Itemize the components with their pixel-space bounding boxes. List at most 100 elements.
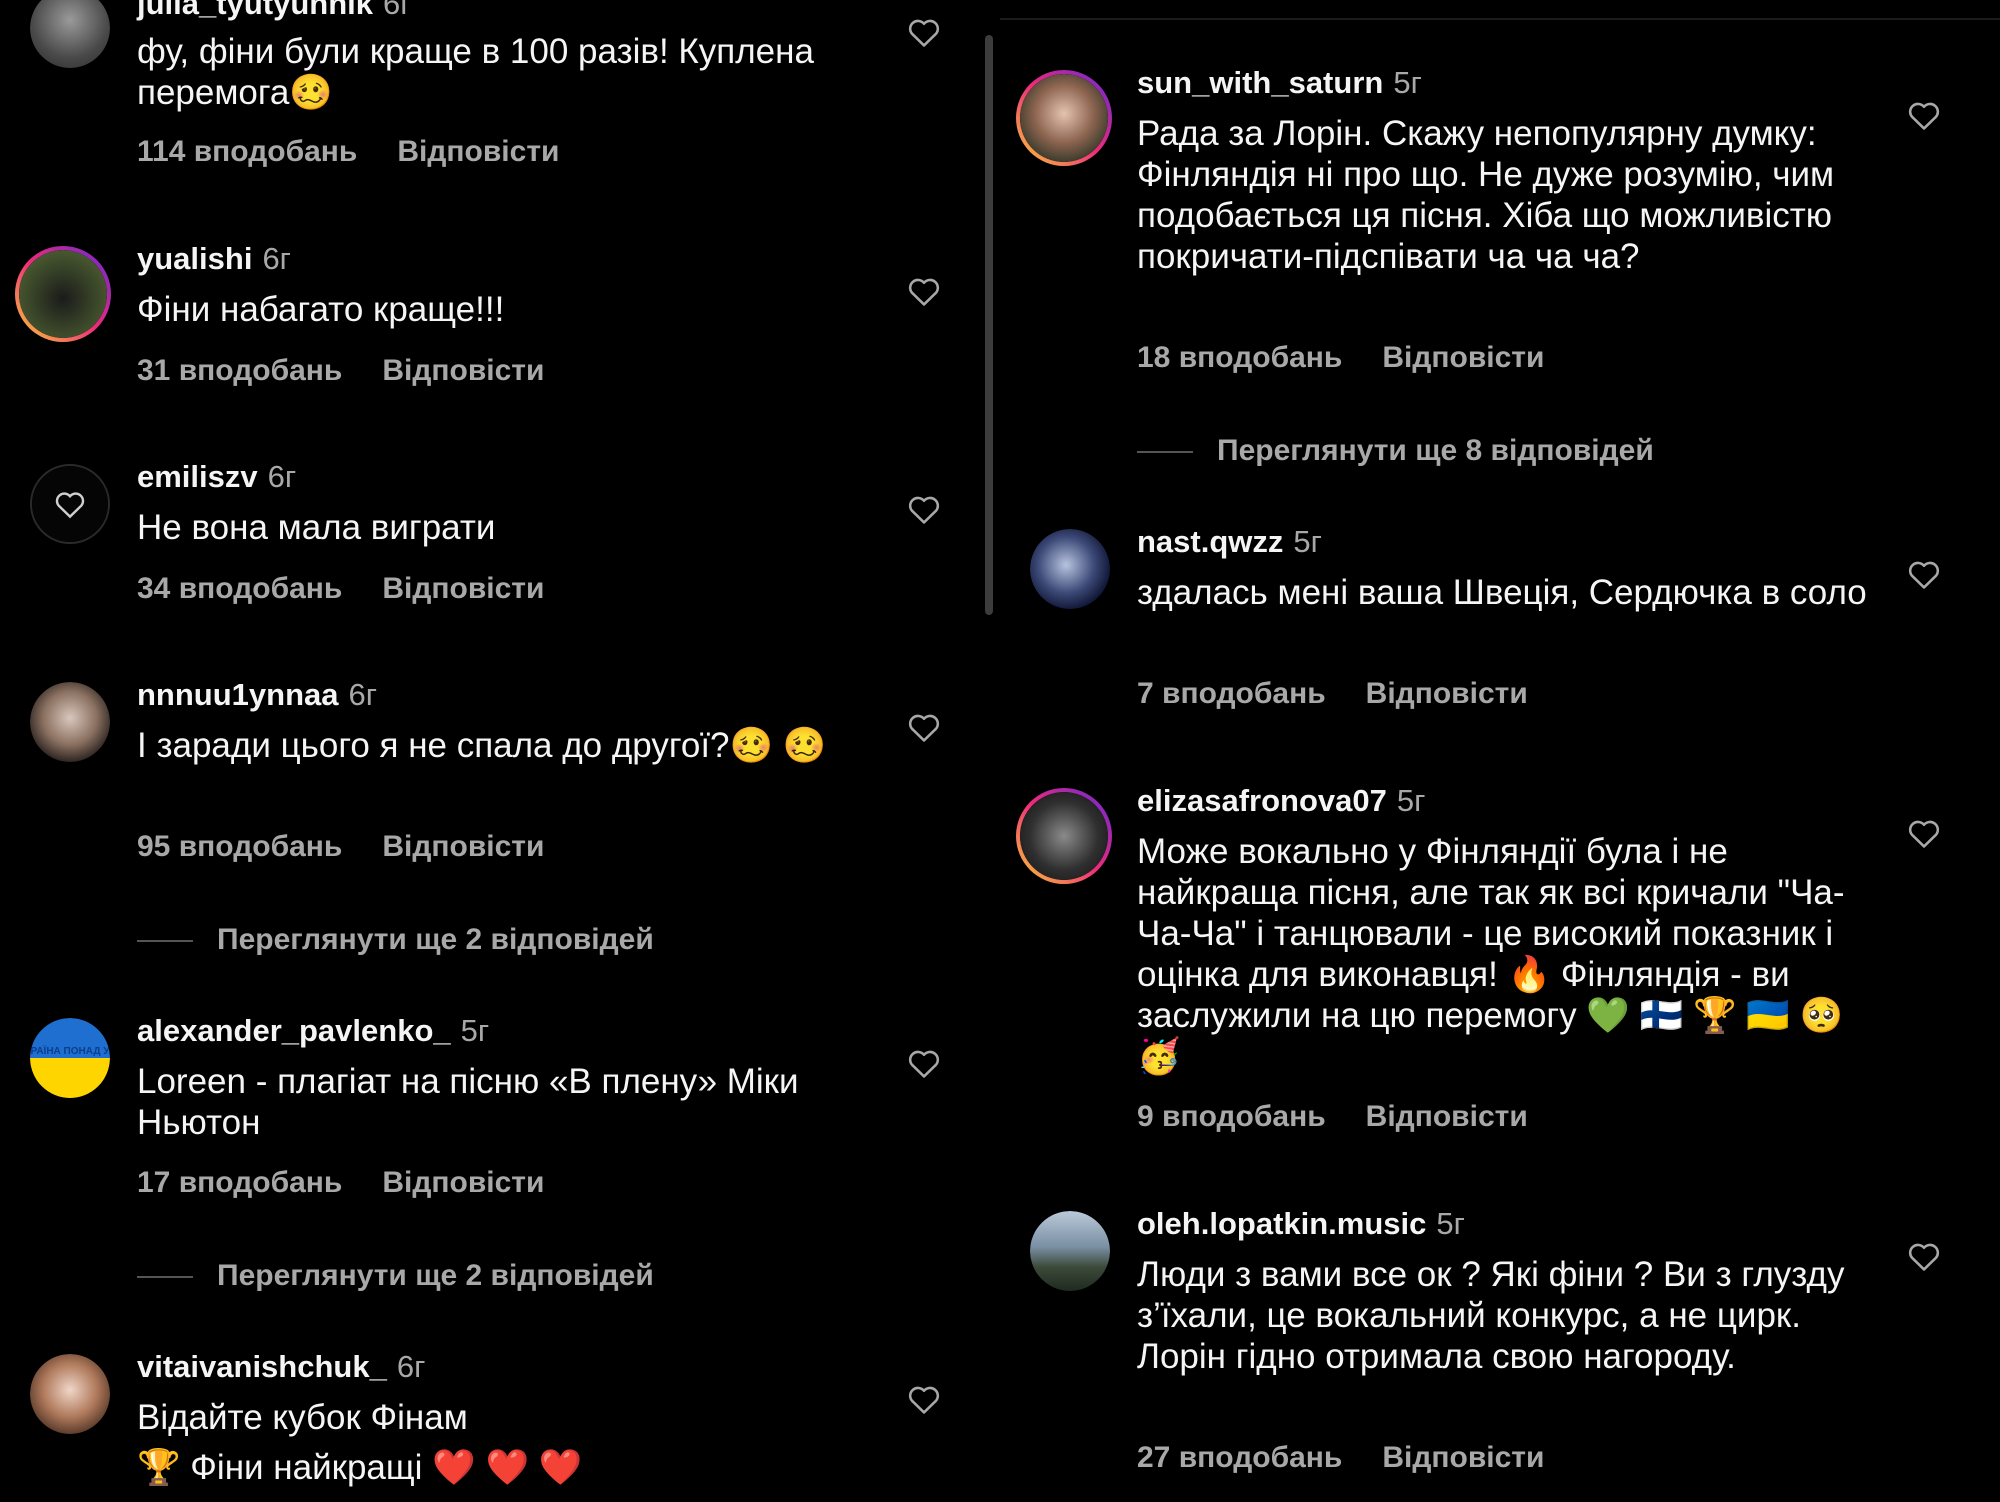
avatar[interactable] <box>1016 788 1112 884</box>
comments-column-right: sun_with_saturn 5г Рада за Лорін. Скажу н… <box>1000 0 2000 1502</box>
comment-text: Відайте кубок Фінам <box>137 1398 468 1437</box>
comment-meta: 9 вподобань Відповісти <box>1137 1100 1528 1134</box>
comment-header: nnnuu1ynnaa 6г <box>137 677 377 713</box>
likes-count[interactable]: 34 вподобань <box>137 572 342 605</box>
timestamp: 6г <box>267 459 297 494</box>
username[interactable]: julia_tyutyunnik <box>137 0 373 21</box>
heart-outline-icon[interactable] <box>1907 1240 1941 1272</box>
likes-count[interactable]: 31 вподобань <box>137 354 342 387</box>
avatar[interactable] <box>30 682 110 762</box>
avatar[interactable] <box>30 0 110 68</box>
comment-header: oleh.lopatkin.music 5г <box>1137 1206 1465 1242</box>
comment-meta: 17 вподобань Відповісти <box>137 1166 544 1200</box>
comments-column-left: julia_tyutyunnik 6г фу, фіни були краще в… <box>0 0 990 1502</box>
comment-meta: 27 вподобань Відповісти <box>1137 1441 1544 1475</box>
comment-text: фу, фіни були краще в 100 разів! Куплена… <box>137 32 814 112</box>
avatar[interactable] <box>1030 1211 1110 1291</box>
heart-outline-icon[interactable] <box>907 493 941 525</box>
timestamp: 5г <box>460 1013 490 1048</box>
comment-header: nast.qwzz 5г <box>1137 524 1322 560</box>
comment-header: sun_with_saturn 5г <box>1137 65 1422 101</box>
view-more-replies-label: Переглянути ще 8 відповідей <box>1217 434 1654 467</box>
comment-text: здалась мені ваша Швеція, Сердючка в сол… <box>1137 573 1867 612</box>
timestamp: 6г <box>348 677 378 712</box>
username[interactable]: elizasafronova07 <box>1137 783 1387 818</box>
divider-line <box>137 1276 193 1279</box>
reply-button[interactable]: Відповісти <box>1382 1441 1544 1474</box>
view-more-replies[interactable]: Переглянути ще 2 відповідей <box>137 1259 654 1293</box>
username[interactable]: vitaivanishchuk_ <box>137 1349 387 1384</box>
likes-count[interactable]: 9 вподобань <box>1137 1100 1326 1133</box>
heart-outline-icon[interactable] <box>907 711 941 743</box>
reply-button[interactable]: Відповісти <box>1366 1100 1528 1133</box>
username[interactable]: alexander_pavlenko_ <box>137 1013 451 1048</box>
reply-button[interactable]: Відповісти <box>382 830 544 863</box>
view-more-replies-label: Переглянути ще 2 відповідей <box>217 1259 654 1292</box>
timestamp: 5г <box>1396 783 1426 818</box>
timestamp: 6г <box>262 241 291 276</box>
username[interactable]: nnnuu1ynnaa <box>137 677 339 712</box>
heart-outline-icon[interactable] <box>907 16 941 48</box>
likes-count[interactable]: 7 вподобань <box>1137 677 1326 710</box>
heart-outline-icon[interactable] <box>907 1047 941 1079</box>
comment-header: alexander_pavlenko_ 5г <box>137 1013 489 1049</box>
comment-text: Рада за Лорін. Скажу непопулярну думку: … <box>1137 114 1835 276</box>
comment-header: yualishi 6г <box>137 241 291 277</box>
reply-button[interactable]: Відповісти <box>382 354 544 387</box>
comment-text: Може вокально у Фінляндії була і не найк… <box>1137 832 1845 1076</box>
username[interactable]: oleh.lopatkin.music <box>1137 1206 1426 1241</box>
reply-button[interactable]: Відповісти <box>382 1166 544 1199</box>
likes-count[interactable]: 18 вподобань <box>1137 341 1342 374</box>
username[interactable]: emiliszv <box>137 459 258 494</box>
reply-button[interactable]: Відповісти <box>1382 341 1544 374</box>
avatar[interactable] <box>30 464 110 544</box>
scrollbar[interactable] <box>985 35 993 615</box>
reply-button[interactable]: Відповісти <box>397 135 559 168</box>
heart-outline-icon[interactable] <box>907 1383 941 1415</box>
heart-outline-icon[interactable] <box>907 275 941 307</box>
comment-meta: 18 вподобань Відповісти <box>1137 341 1544 375</box>
avatar[interactable] <box>30 1354 110 1434</box>
view-more-replies[interactable]: Переглянути ще 2 відповідей <box>137 923 654 957</box>
heart-outline-icon[interactable] <box>1907 558 1941 590</box>
comment-header: emiliszv 6г <box>137 459 296 495</box>
reply-button[interactable]: Відповісти <box>1366 677 1528 710</box>
username[interactable]: nast.qwzz <box>1137 524 1283 559</box>
avatar[interactable] <box>15 246 111 342</box>
comment-meta: 114 вподобань Відповісти <box>137 135 559 169</box>
comment-text: Люди з вами все ок ? Які фіни ? Ви з глу… <box>1137 1255 1845 1376</box>
view-more-replies[interactable]: Переглянути ще 8 відповідей <box>1137 434 1654 468</box>
comment-meta: 7 вподобань Відповісти <box>1137 677 1528 711</box>
likes-count[interactable]: 95 вподобань <box>137 830 342 863</box>
timestamp: 6г <box>382 0 412 21</box>
comment-text: Не вона мала виграти <box>137 508 496 547</box>
comment-text: Loreen - плагіат на пісню «В плену» Міки… <box>137 1062 799 1142</box>
avatar[interactable]: РАЇНА ПОНАД У <box>30 1018 110 1098</box>
timestamp: 5г <box>1393 65 1422 100</box>
likes-count[interactable]: 17 вподобань <box>137 1166 342 1199</box>
heart-outline-icon <box>55 492 85 519</box>
avatar[interactable] <box>1030 529 1110 609</box>
comment-header: elizasafronova07 5г <box>1137 783 1425 819</box>
heart-outline-icon[interactable] <box>1907 99 1941 131</box>
avatar[interactable] <box>1016 70 1112 166</box>
timestamp: 5г <box>1293 524 1322 559</box>
username[interactable]: sun_with_saturn <box>1137 65 1383 100</box>
comment-header: julia_tyutyunnik 6г <box>137 0 412 22</box>
reply-button[interactable]: Відповісти <box>382 572 544 605</box>
comment-meta: 31 вподобань Відповісти <box>137 354 544 388</box>
timestamp: 5г <box>1436 1206 1465 1241</box>
comment-header: vitaivanishchuk_ 6г <box>137 1349 425 1385</box>
likes-count[interactable]: 114 вподобань <box>137 135 357 168</box>
timestamp: 6г <box>396 1349 426 1384</box>
divider-line <box>137 940 193 943</box>
username[interactable]: yualishi <box>137 241 252 276</box>
heart-outline-icon[interactable] <box>1907 817 1941 849</box>
comment-text: Фіни набагато краще!!! <box>137 290 505 329</box>
comment-text-line-2: 🏆 Фіни найкращі ❤️ ❤️ ❤️ <box>137 1448 583 1487</box>
comment-text: І заради цього я не спала до другої?🥴 🥴 <box>137 726 827 765</box>
divider-line <box>1137 451 1193 454</box>
likes-count[interactable]: 27 вподобань <box>1137 1441 1342 1474</box>
avatar-text: РАЇНА ПОНАД У <box>30 1046 110 1057</box>
comment-meta: 34 вподобань Відповісти <box>137 572 544 606</box>
